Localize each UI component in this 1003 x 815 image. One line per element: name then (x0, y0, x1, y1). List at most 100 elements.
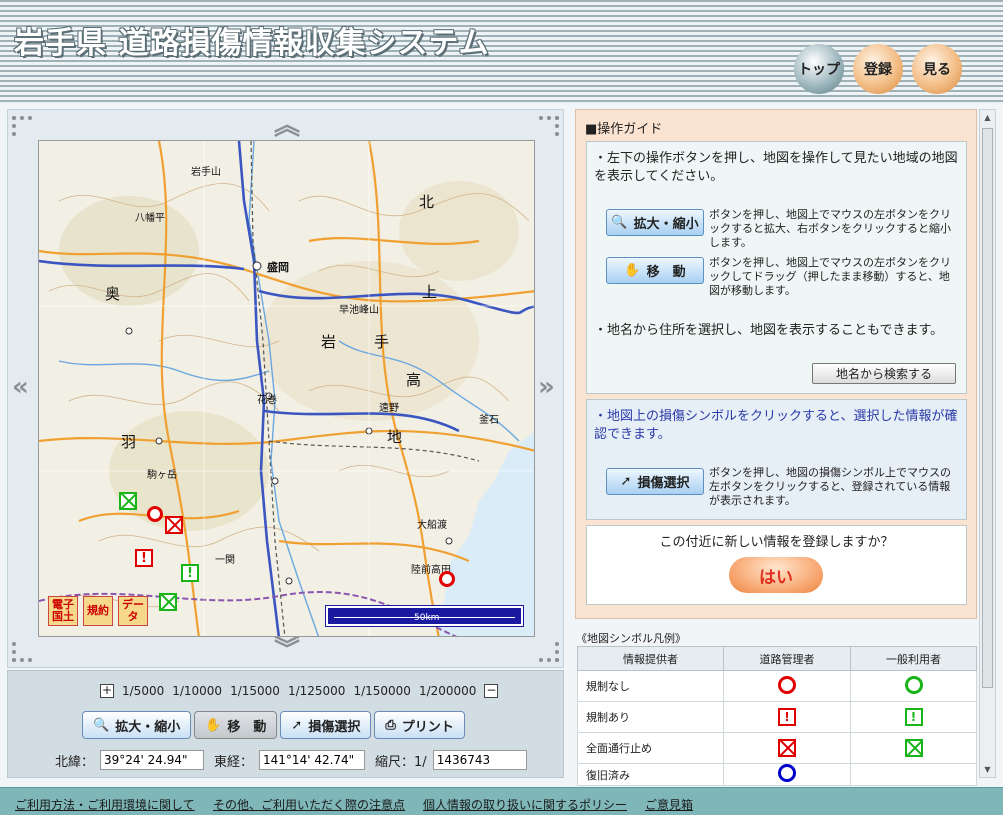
legend-row-label: 全面通行止め (577, 732, 724, 764)
guide-heading: ■操作ガイド (585, 122, 663, 137)
hand-icon: ✋ (205, 717, 222, 733)
damage-select-label: 損傷選択 (308, 719, 361, 735)
legend-row-label: 復旧済み (577, 763, 724, 786)
zoom-tool-label: 拡大・縮小 (115, 719, 181, 735)
admin-closed-icon (778, 739, 796, 757)
latitude-field[interactable] (100, 750, 205, 770)
vertical-scrollbar[interactable]: ▲ ▼ (979, 109, 996, 778)
guide-move-desc: ボタンを押し、地図上でマウスの左ボタンをクリックしてドラッグ（押したまま移動）す… (709, 256, 951, 297)
damage-symbol-user-closed[interactable] (159, 593, 177, 611)
guide-damage-button[interactable]: ➚ 損傷選択 (606, 468, 704, 495)
printer-icon: ⎙ (385, 717, 396, 733)
footer-link-usage[interactable]: ご利用方法・ご利用環境に関して (15, 796, 195, 813)
zoom-scale-option[interactable]: 1/5000 (122, 684, 164, 698)
admin-open-icon (778, 675, 796, 694)
pan-north-icon[interactable]: ︽ (274, 113, 300, 139)
scroll-up-icon[interactable]: ▲ (980, 110, 995, 125)
zoom-scale-option[interactable]: 1/200000 (419, 684, 477, 698)
data-button[interactable]: データ (118, 596, 148, 626)
pan-west-icon[interactable]: « (12, 374, 29, 400)
zoom-scale-option[interactable]: 1/10000 (172, 684, 222, 698)
scale-bar-label: 50km (414, 613, 440, 623)
nav-view-button[interactable]: 見る (912, 44, 962, 94)
place-search-button[interactable]: 地名から検索する (812, 363, 956, 384)
damage-symbol-admin-open[interactable] (147, 506, 163, 522)
damage-symbol-admin-closed[interactable] (165, 516, 183, 534)
legend-row: 全面通行止め (577, 732, 977, 764)
map-tool-buttons: 🔍 拡大・縮小 ✋ 移 動 ➚ 損傷選択 ⎙ プリント (82, 711, 465, 739)
page-title: 岩手県 道路損傷情報収集システム (14, 26, 490, 61)
guide-intro: ・左下の操作ボタンを押し、地図を操作して見たい地域の地図を表示してください。 (594, 151, 958, 184)
legend-header: 道路管理者 (723, 646, 851, 671)
zoom-scale-option[interactable]: 1/125000 (288, 684, 346, 698)
topographic-map (39, 141, 534, 636)
scale-label: 縮尺：1/ (375, 754, 427, 770)
header: 岩手県 道路損傷情報収集システム トップ 登録 見る (0, 0, 1003, 104)
longitude-field[interactable] (259, 750, 366, 770)
pointer-icon: ➚ (620, 474, 632, 489)
guide-damage-text: ・地図上の損傷シンボルをクリックすると、選択した情報が確認できます。 (594, 409, 958, 442)
nav-top-button[interactable]: トップ (794, 44, 844, 94)
map-canvas[interactable]: 岩手山 盛岡 八幡平 岩 手 北 上 高 地 羽 奥 駒ヶ岳 早池峰山 大船渡 … (38, 140, 535, 637)
user-open-icon (904, 675, 923, 694)
map-scale-bar: 50km (325, 605, 524, 627)
magnifier-icon: 🔍 (611, 215, 628, 230)
register-question: この付近に新しい情報を登録しますか？ (659, 535, 894, 550)
footer-link-feedback[interactable]: ご意見箱 (645, 796, 693, 813)
guide-zoom-label: 拡大・縮小 (633, 217, 699, 232)
print-button[interactable]: ⎙ プリント (374, 711, 465, 739)
pan-southeast-icon[interactable] (539, 642, 559, 662)
guide-zoom-desc: ボタンを押し、地図上でマウスの左ボタンをクリックすると拡大、右ボタンをクリックす… (709, 208, 951, 249)
coordinate-row: 北緯： 東経： 縮尺：1/ (55, 750, 527, 770)
register-yes-button[interactable]: はい (729, 557, 823, 593)
guide-damage-desc: ボタンを押し、地図の損傷シンボル上でマウスの左ボタンをクリックすると、登録されて… (709, 466, 951, 507)
pan-northwest-icon[interactable] (12, 116, 32, 136)
zoom-scale-row: + 1/5000 1/10000 1/15000 1/125000 1/1500… (100, 684, 499, 698)
legend-row-label: 規制あり (577, 701, 724, 733)
footer-link-notes[interactable]: その他、ご利用いただく際の注意点 (213, 796, 405, 813)
pan-east-icon[interactable]: » (538, 374, 555, 400)
guide-zoom-button[interactable]: 🔍 拡大・縮小 (606, 209, 704, 236)
legend-row: 規制あり ! ! (577, 701, 977, 733)
legend-header: 情報提供者 (577, 646, 724, 671)
zoom-out-button[interactable]: − (484, 684, 499, 698)
legend-row-label: 規制なし (577, 670, 724, 702)
legend-title: 《地図シンボル凡例》 (576, 632, 686, 645)
zoom-tool-button[interactable]: 🔍 拡大・縮小 (82, 711, 192, 739)
nav-register-button[interactable]: 登録 (853, 44, 903, 94)
legend-header: 一般利用者 (850, 646, 977, 671)
footer: ご利用方法・ご利用環境に関して その他、ご利用いただく際の注意点 個人情報の取り… (0, 787, 1003, 815)
pan-northeast-icon[interactable] (539, 116, 559, 136)
denshi-kokudo-button[interactable]: 電子国土 (48, 596, 78, 626)
symbol-legend-table: 情報提供者 道路管理者 一般利用者 規制なし 規制あり ! ! 全面通行止め 復… (577, 646, 977, 786)
guide-move-button[interactable]: ✋ 移 動 (606, 257, 704, 284)
guide-move-label: 移 動 (646, 265, 686, 280)
move-tool-button[interactable]: ✋ 移 動 (194, 711, 278, 739)
magnifier-icon: 🔍 (93, 717, 110, 733)
damage-symbol-user-restricted[interactable]: ! (181, 564, 199, 582)
footer-link-privacy[interactable]: 個人情報の取り扱いに関するポリシー (423, 796, 627, 813)
guide-place-text: ・地名から住所を選択し、地図を表示することもできます。 (594, 323, 944, 338)
restored-icon (778, 764, 796, 782)
pointer-icon: ➚ (291, 717, 303, 733)
pan-south-icon[interactable]: ︾ (274, 637, 300, 663)
scroll-down-icon[interactable]: ▼ (980, 762, 995, 777)
terms-button[interactable]: 規約 (83, 596, 113, 626)
damage-symbol-user-closed[interactable] (119, 492, 137, 510)
legend-header-row: 情報提供者 道路管理者 一般利用者 (577, 646, 977, 671)
zoom-scale-option[interactable]: 1/15000 (230, 684, 280, 698)
damage-symbol-admin-restricted[interactable]: ! (135, 549, 153, 567)
damage-symbol-admin-open[interactable] (439, 571, 455, 587)
zoom-scale-option[interactable]: 1/150000 (353, 684, 411, 698)
damage-select-button[interactable]: ➚ 損傷選択 (280, 711, 372, 739)
latitude-label: 北緯： (55, 754, 95, 770)
hand-icon: ✋ (624, 263, 641, 278)
scale-field[interactable] (432, 750, 527, 770)
scroll-thumb[interactable] (982, 128, 993, 688)
legend-row: 規制なし (577, 670, 977, 702)
pan-southwest-icon[interactable] (12, 642, 32, 662)
legend-row: 復旧済み (577, 763, 977, 786)
zoom-in-button[interactable]: + (100, 684, 114, 698)
admin-restricted-icon: ! (778, 708, 796, 726)
user-closed-icon (904, 739, 923, 757)
